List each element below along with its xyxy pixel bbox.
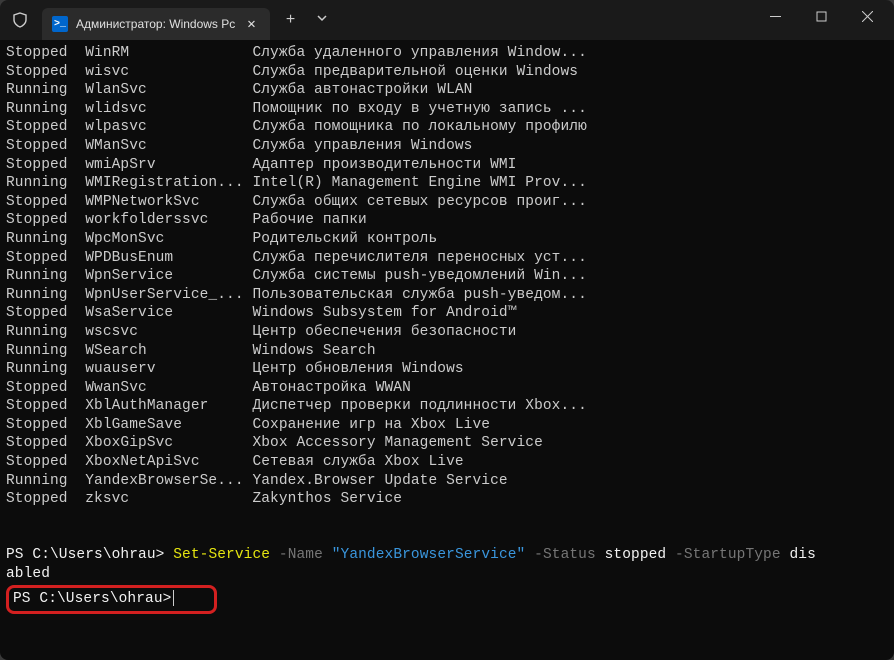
service-row: Stopped zksvc Zakynthos Service: [6, 490, 888, 509]
highlight-annotation: PS C:\Users\ohrau>: [6, 585, 217, 614]
service-row: Running WpnUserService_... Пользовательс…: [6, 286, 888, 305]
service-row: Running wuauserv Центр обновления Window…: [6, 360, 888, 379]
service-row: Stopped XboxNetApiSvc Сетевая служба Xbo…: [6, 453, 888, 472]
service-row: Running wscsvc Центр обеспечения безопас…: [6, 323, 888, 342]
service-row: Stopped wisvc Служба предварительной оце…: [6, 63, 888, 82]
command-line-1: PS C:\Users\ohrau> Set-Service -Name "Ya…: [6, 546, 888, 565]
tab-dropdown-icon[interactable]: [309, 9, 335, 31]
terminal-output[interactable]: Stopped WinRM Служба удаленного управлен…: [0, 40, 894, 660]
service-row: Running WpcMonSvc Родительский контроль: [6, 230, 888, 249]
service-row: Running YandexBrowserSe... Yandex.Browse…: [6, 472, 888, 491]
current-prompt-line: PS C:\Users\ohrau>: [6, 585, 888, 614]
service-row: Stopped WinRM Служба удаленного управлен…: [6, 44, 888, 63]
window-controls: [752, 0, 890, 32]
new-tab-button[interactable]: +: [278, 7, 304, 33]
service-row: Stopped WsaService Windows Subsystem for…: [6, 304, 888, 323]
service-row: Stopped WMPNetworkSvc Служба общих сетев…: [6, 193, 888, 212]
service-row: Stopped XblGameSave Сохранение игр на Xb…: [6, 416, 888, 435]
titlebar: >_ Администратор: Windows Pc ✕ +: [0, 0, 894, 40]
close-tab-icon[interactable]: ✕: [243, 16, 259, 33]
service-row: Running WSearch Windows Search: [6, 342, 888, 361]
minimize-button[interactable]: [752, 0, 798, 32]
service-row: Stopped XboxGipSvc Xbox Accessory Manage…: [6, 434, 888, 453]
close-button[interactable]: [844, 0, 890, 32]
service-row: Stopped XblAuthManager Диспетчер проверк…: [6, 397, 888, 416]
service-row: Running wlidsvc Помощник по входу в учет…: [6, 100, 888, 119]
service-row: Stopped wmiApSrv Адаптер производительно…: [6, 156, 888, 175]
service-row: Stopped WwanSvc Автонастройка WWAN: [6, 379, 888, 398]
service-row: Running WlanSvc Служба автонастройки WLA…: [6, 81, 888, 100]
service-row: Stopped WPDBusEnum Служба перечислителя …: [6, 249, 888, 268]
powershell-icon: >_: [52, 16, 68, 32]
active-tab[interactable]: >_ Администратор: Windows Pc ✕: [42, 8, 270, 40]
command-line-1-wrap: abled: [6, 565, 888, 584]
service-row: Stopped workfolderssvc Рабочие папки: [6, 211, 888, 230]
cursor: [173, 590, 174, 606]
service-row: Stopped WManSvc Служба управления Window…: [6, 137, 888, 156]
service-row: Running WpnService Служба системы push-у…: [6, 267, 888, 286]
shield-icon: [12, 12, 28, 28]
service-row: Stopped wlpasvc Служба помощника по лока…: [6, 118, 888, 137]
tab-title: Администратор: Windows Pc: [76, 17, 235, 31]
maximize-button[interactable]: [798, 0, 844, 32]
service-row: Running WMIRegistration... Intel(R) Mana…: [6, 174, 888, 193]
